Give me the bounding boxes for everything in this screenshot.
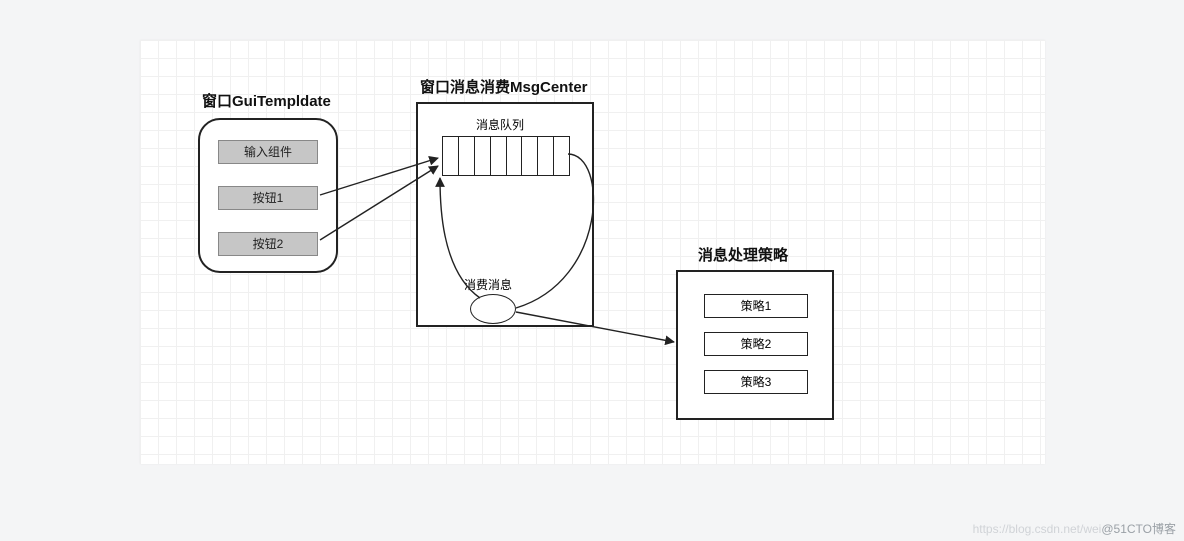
msgcenter-title: 窗口消息消费MsgCenter [420, 76, 588, 97]
message-queue [442, 136, 570, 176]
gui-template-box: 输入组件 按钮1 按钮2 [198, 118, 338, 273]
input-component: 输入组件 [218, 140, 318, 164]
msgcenter-box: 消息队列 消费消息 [416, 102, 594, 327]
strategy-box: 策略1 策略2 策略3 [676, 270, 834, 420]
strategy-title: 消息处理策略 [698, 244, 788, 265]
button-1: 按钮1 [218, 186, 318, 210]
watermark-attr: @51CTO博客 [1101, 522, 1176, 536]
diagram-canvas: 窗口GuiTempldate 窗口消息消费MsgCenter 消息处理策略 输入… [140, 40, 1045, 464]
strategy-1: 策略1 [704, 294, 808, 318]
watermark-url: https://blog.csdn.net/wei [973, 522, 1102, 536]
strategy-3: 策略3 [704, 370, 808, 394]
consume-node [470, 294, 516, 324]
gui-title: 窗口GuiTempldate [202, 90, 331, 111]
watermark: https://blog.csdn.net/wei@51CTO博客 [973, 520, 1176, 537]
consume-label: 消费消息 [464, 276, 512, 293]
strategy-2: 策略2 [704, 332, 808, 356]
button-2: 按钮2 [218, 232, 318, 256]
queue-label: 消息队列 [476, 116, 524, 133]
